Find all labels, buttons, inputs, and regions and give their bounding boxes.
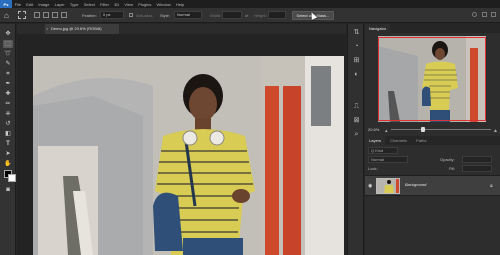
tools-panel: ✥ ⬚ ➰ ✎ ⌗ ✒ ✚ ✏ ⎈ ↺ ◧ T ➤ ✋ ◙ [0, 24, 16, 255]
marquee-tool-icon[interactable]: ⬚ [3, 40, 13, 48]
navigator-zoom-value[interactable]: 20.6% [368, 127, 379, 132]
zoom-out-icon[interactable]: ▴ [385, 127, 388, 136]
intersect-selection-button[interactable] [61, 12, 67, 18]
home-icon[interactable]: ⌂ [4, 11, 13, 20]
properties-icon[interactable]: ◔ [352, 42, 361, 51]
eraser-tool-icon[interactable]: ◧ [3, 130, 13, 138]
navigator-tabs: Navigator [365, 24, 500, 33]
layer-kind-filter[interactable]: Q Kind [368, 147, 398, 154]
menu-help[interactable]: Help [173, 2, 186, 7]
options-bar: ⌂ Feather: 0 px Anti-alias Style: Normal… [0, 8, 500, 23]
menu-window[interactable]: Window [154, 2, 173, 7]
navigator-zoom-row: 20.6% ▴ ▲ [365, 125, 500, 134]
canvas-area[interactable] [17, 34, 346, 255]
gradients-icon[interactable]: ⌕ [352, 130, 361, 139]
lock-label: Lock: [368, 166, 378, 171]
workspace-icon[interactable] [482, 12, 487, 17]
add-selection-button[interactable] [43, 12, 49, 18]
antialias-label: Anti-alias [136, 13, 153, 18]
rectangular-marquee-icon[interactable] [18, 11, 26, 19]
history-icon[interactable]: ⇅ [352, 28, 361, 37]
adjustments-icon[interactable]: ◐ [352, 70, 361, 79]
document-tab-title: Demo.jpg @ 20.6% (RGB/8) [51, 26, 102, 31]
swap-icon[interactable]: ⇄ [245, 13, 248, 18]
antialias-checkbox[interactable] [129, 13, 133, 17]
layer-thumbnail [376, 178, 400, 194]
opacity-label: Opacity: [440, 157, 455, 162]
right-panels: Navigator 20.6% ▴ ▲ Layers Channels Path… [365, 24, 500, 255]
layer-row-background[interactable]: ◉ Background 🔒︎ [365, 175, 500, 196]
history-brush-tool-icon[interactable]: ↺ [3, 120, 13, 128]
tab-layers[interactable]: Layers [365, 136, 386, 145]
background-color-swatch[interactable] [8, 174, 16, 182]
layer-lock-icon[interactable]: 🔒︎ [490, 183, 493, 189]
healing-brush-tool-icon[interactable]: ✚ [3, 90, 13, 98]
tab-navigator[interactable]: Navigator [365, 24, 391, 33]
clone-stamp-tool-icon[interactable]: ⎈ [3, 110, 13, 118]
menu-select[interactable]: Select [81, 2, 97, 7]
photo-image [33, 56, 344, 255]
tab-channels[interactable]: Channels [386, 136, 411, 145]
opacity-input[interactable] [462, 156, 492, 163]
feather-input[interactable]: 0 px [100, 11, 124, 19]
navigator-view-frame[interactable] [378, 37, 486, 121]
lasso-tool-icon[interactable]: ➰ [3, 50, 13, 58]
type-tool-icon[interactable]: T [3, 140, 13, 148]
share-icon[interactable] [491, 12, 496, 17]
menu-view[interactable]: View [122, 2, 136, 7]
swatches-icon[interactable]: ⊠ [352, 116, 361, 125]
zoom-slider[interactable] [391, 129, 491, 130]
feather-label: Feather: [82, 13, 97, 18]
hand-tool-icon[interactable]: ✋ [3, 160, 13, 168]
style-select[interactable]: Normal [174, 11, 202, 19]
menu-file[interactable]: File [12, 2, 24, 7]
search-icon[interactable] [472, 12, 477, 17]
height-label: Height: [254, 13, 267, 18]
quick-select-tool-icon[interactable]: ✎ [3, 60, 13, 68]
menu-filter[interactable]: Filter [97, 2, 111, 7]
visibility-eye-icon[interactable]: ◉ [368, 183, 372, 189]
zoom-slider-knob[interactable] [421, 127, 425, 132]
width-input[interactable] [222, 11, 242, 19]
menu-plugins[interactable]: Plugins [136, 2, 154, 7]
eyedropper-tool-icon[interactable]: ✒ [3, 80, 13, 88]
close-tab-icon[interactable]: × [46, 24, 48, 34]
photoshop-logo: Ps [0, 0, 12, 8]
menu-edit[interactable]: Edit [24, 2, 36, 7]
move-tool-icon[interactable]: ✥ [3, 30, 13, 38]
brush-tool-icon[interactable]: ✏ [3, 100, 13, 108]
document-tab-bar: × Demo.jpg @ 20.6% (RGB/8) [17, 24, 346, 34]
libraries-icon[interactable]: ⊞ [352, 56, 361, 65]
new-selection-button[interactable] [34, 12, 40, 18]
tab-paths[interactable]: Paths [412, 136, 430, 145]
color-icon[interactable]: ⎍ [352, 102, 361, 111]
document-tab[interactable]: × Demo.jpg @ 20.6% (RGB/8) [45, 24, 119, 34]
height-input[interactable] [268, 11, 286, 19]
width-label: Width: [210, 13, 222, 18]
photoshop-window: Ps File Edit Image Layer Type Select Fil… [0, 0, 500, 255]
fill-input[interactable] [462, 165, 492, 172]
fill-label: Fill: [449, 166, 456, 171]
menu-layer[interactable]: Layer [52, 2, 67, 7]
zoom-in-icon[interactable]: ▲ [493, 127, 498, 136]
path-selection-tool-icon[interactable]: ➤ [3, 150, 13, 158]
photo-canvas[interactable] [33, 56, 344, 255]
menu-3d[interactable]: 3D [112, 2, 122, 7]
style-label: Style: [160, 13, 171, 18]
menu-type[interactable]: Type [67, 2, 81, 7]
crop-tool-icon[interactable]: ⌗ [3, 70, 13, 78]
layer-name[interactable]: Background [405, 182, 426, 187]
menu-bar: Ps File Edit Image Layer Type Select Fil… [0, 0, 500, 8]
layer-thumbnail-image [377, 179, 399, 193]
subtract-selection-button[interactable] [52, 12, 58, 18]
layers-panel-tabs: Layers Channels Paths [365, 136, 500, 145]
blend-mode-select[interactable]: Normal [368, 156, 408, 163]
panel-icon-strip: ⇅ ◔ ⊞ ◐ ⎍ ⊠ ⌕ [347, 24, 364, 255]
quick-mask-icon[interactable]: ◙ [3, 186, 13, 194]
menu-image[interactable]: Image [36, 2, 52, 7]
